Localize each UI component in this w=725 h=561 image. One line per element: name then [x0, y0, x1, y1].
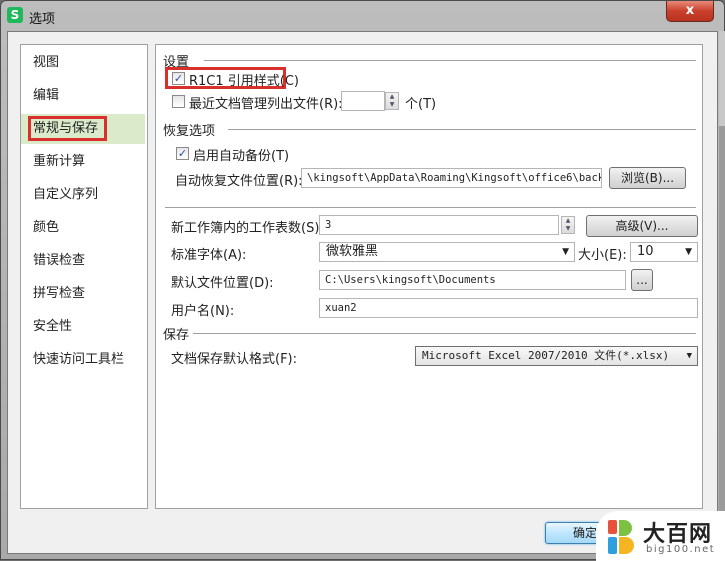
default-location-input[interactable]: C:\Users\kingsoft\Documents [319, 270, 626, 290]
recovery-location-label: 自动恢复文件位置(R): [175, 174, 303, 189]
watermark: 大百网 big100.net [596, 511, 725, 561]
divider [165, 207, 696, 208]
browse-recovery-button[interactable]: 浏览(B)... [609, 167, 686, 189]
username-label: 用户名(N): [171, 304, 235, 319]
divider [228, 129, 696, 130]
divider [192, 333, 696, 334]
dialog-client-area: 视图 编辑 常规与保存 重新计算 自定义序列 颜色 错误检查 拼写检查 安全性 … [7, 31, 718, 554]
sidebar-item-label: 错误检查 [33, 253, 86, 268]
sheet-count-input[interactable]: 3 [319, 215, 559, 235]
sidebar-item-label: 重新计算 [33, 154, 86, 169]
watermark-logo-icon [608, 520, 634, 554]
sidebar-item-custom-lists[interactable]: 自定义序列 [21, 180, 145, 210]
settings-panel: 设置 ✓ R1C1 引用样式(C) 最近文档管理列出文件(R): ▲ ▼ 个(T)… [155, 44, 703, 509]
wps-app-icon: S [7, 7, 23, 23]
close-button[interactable]: x [666, 1, 714, 22]
sidebar-item-label: 颜色 [33, 220, 60, 235]
sidebar-item-error-check[interactable]: 错误检查 [21, 246, 145, 276]
close-icon: x [685, 3, 695, 18]
sheet-count-spinner[interactable]: ▲ ▼ [561, 216, 575, 234]
recent-files-label: 最近文档管理列出文件(R): [189, 97, 343, 112]
font-size-value: 10 [637, 244, 654, 259]
font-size-select[interactable]: 10 ▼ [630, 242, 698, 262]
sidebar-item-spell-check[interactable]: 拼写检查 [21, 279, 145, 309]
sidebar-item-recalculate[interactable]: 重新计算 [21, 147, 145, 177]
chevron-down-icon: ▼ [686, 351, 692, 361]
scroll-thumb [719, 126, 725, 561]
font-select-value: 微软雅黑 [326, 244, 379, 259]
r1c1-label: R1C1 引用样式(C) [189, 74, 300, 89]
dialog-title: 选项 [29, 12, 56, 27]
sidebar-item-label: 常规与保存 [27, 116, 108, 141]
username-input[interactable]: xuan2 [319, 298, 698, 318]
sidebar-item-general-save[interactable]: 常规与保存 [21, 114, 145, 144]
chevron-down-icon: ▼ [685, 247, 692, 257]
background-scrollbar [719, 31, 725, 561]
recovery-location-input[interactable]: \kingsoft\AppData\Roaming\Kingsoft\offic… [301, 168, 602, 188]
watermark-subtitle: big100.net [646, 544, 716, 555]
sidebar-item-label: 快速访问工具栏 [33, 352, 125, 367]
recent-files-unit-label: 个(T) [405, 97, 437, 112]
sidebar-item-label: 安全性 [33, 319, 73, 334]
default-location-label: 默认文件位置(D): [171, 276, 274, 291]
sidebar-item-label: 拼写检查 [33, 286, 86, 301]
advanced-button[interactable]: 高级(V)... [586, 215, 698, 237]
recent-files-checkbox[interactable] [172, 95, 185, 108]
divider [204, 60, 696, 61]
sidebar: 视图 编辑 常规与保存 重新计算 自定义序列 颜色 错误检查 拼写检查 安全性 … [20, 44, 148, 509]
save-format-label: 文档保存默认格式(F): [171, 352, 298, 367]
recent-files-count-input[interactable] [341, 91, 385, 111]
font-select[interactable]: 微软雅黑 ▼ [319, 242, 575, 262]
browse-default-location-button[interactable]: ... [631, 269, 653, 291]
sidebar-item-label: 自定义序列 [33, 187, 99, 202]
sidebar-item-security[interactable]: 安全性 [21, 312, 145, 342]
sidebar-item-color[interactable]: 颜色 [21, 213, 145, 243]
sheet-count-label: 新工作簿内的工作表数(S): [171, 221, 324, 236]
save-format-value: Microsoft Excel 2007/2010 文件(*.xlsx) [422, 349, 670, 362]
sidebar-item-view[interactable]: 视图 [21, 48, 145, 78]
options-dialog: S 选项 x 视图 编辑 常规与保存 重新计算 自定义序列 颜色 错误检查 拼写… [0, 0, 725, 561]
font-size-label: 大小(E): [578, 248, 627, 263]
auto-backup-label: 启用自动备份(T) [193, 149, 290, 164]
font-label: 标准字体(A): [171, 248, 247, 263]
recent-files-spinner[interactable]: ▲ ▼ [385, 92, 399, 110]
r1c1-checkbox[interactable]: ✓ [172, 72, 185, 85]
title-bar: S 选项 x [1, 1, 724, 31]
chevron-down-icon: ▼ [562, 247, 569, 257]
sidebar-item-edit[interactable]: 编辑 [21, 81, 145, 111]
save-format-select[interactable]: Microsoft Excel 2007/2010 文件(*.xlsx) ▼ [415, 346, 698, 366]
sidebar-item-quick-access-toolbar[interactable]: 快速访问工具栏 [21, 345, 145, 375]
group-title-save: 保存 [163, 324, 194, 343]
sidebar-item-label: 编辑 [33, 88, 60, 103]
auto-backup-checkbox[interactable]: ✓ [176, 147, 189, 160]
group-title-recovery: 恢复选项 [163, 120, 220, 139]
sidebar-item-label: 视图 [33, 55, 60, 70]
